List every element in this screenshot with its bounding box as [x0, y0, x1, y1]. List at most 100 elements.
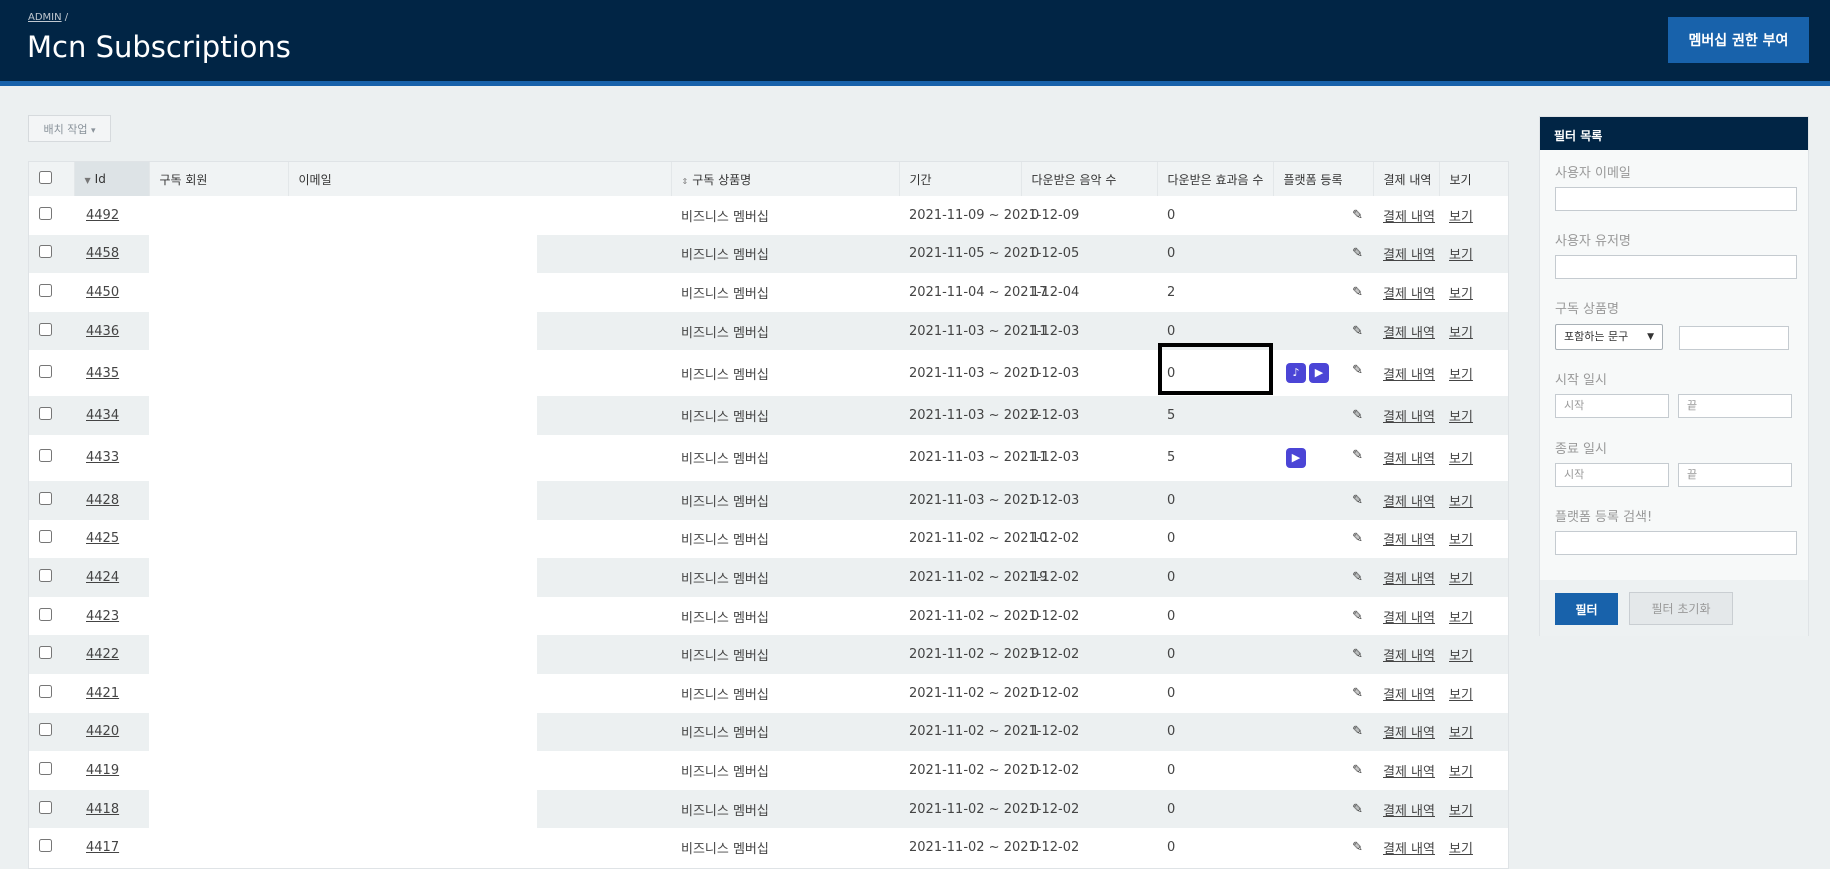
payment-history-link[interactable]: 결제 내역 [1383, 726, 1435, 741]
edit-icon[interactable]: ✎ [1352, 609, 1363, 624]
edit-icon[interactable]: ✎ [1352, 531, 1363, 546]
edit-icon[interactable]: ✎ [1352, 324, 1363, 339]
edit-icon[interactable]: ✎ [1352, 763, 1363, 778]
end-from-input[interactable]: 시작 [1555, 463, 1669, 487]
row-checkbox[interactable] [39, 607, 52, 621]
view-link[interactable]: 보기 [1449, 572, 1473, 587]
payment-history-link[interactable]: 결제 내역 [1383, 368, 1435, 383]
edit-icon[interactable]: ✎ [1352, 363, 1363, 378]
reset-filter-button[interactable]: 필터 초기화 [1629, 592, 1733, 625]
view-link[interactable]: 보기 [1449, 410, 1473, 425]
payment-history-link[interactable]: 결제 내역 [1383, 452, 1435, 467]
view-link[interactable]: 보기 [1449, 368, 1473, 383]
edit-icon[interactable]: ✎ [1352, 448, 1363, 463]
row-checkbox[interactable] [39, 800, 52, 814]
youtube-icon[interactable]: ▶ [1309, 363, 1329, 384]
breadcrumb-admin-link[interactable]: ADMIN [28, 12, 62, 23]
payment-history-link[interactable]: 결제 내역 [1383, 495, 1435, 510]
view-link[interactable]: 보기 [1449, 495, 1473, 510]
tiktok-icon[interactable]: ♪ [1286, 363, 1306, 384]
youtube-icon[interactable]: ▶ [1286, 447, 1306, 468]
start-from-input[interactable]: 시작 [1555, 394, 1669, 418]
payment-history-link[interactable]: 결제 내역 [1383, 804, 1435, 819]
row-checkbox[interactable] [39, 761, 52, 775]
id-link[interactable]: 4418 [84, 802, 119, 817]
select-all-checkbox[interactable] [39, 171, 52, 184]
row-checkbox[interactable] [39, 407, 52, 421]
view-link[interactable]: 보기 [1449, 210, 1473, 225]
id-link[interactable]: 4428 [84, 493, 119, 508]
payment-history-link[interactable]: 결제 내역 [1383, 210, 1435, 225]
row-checkbox[interactable] [39, 322, 52, 336]
payment-history-link[interactable]: 결제 내역 [1383, 533, 1435, 548]
view-link[interactable]: 보기 [1449, 804, 1473, 819]
payment-history-link[interactable]: 결제 내역 [1383, 410, 1435, 425]
payment-history-link[interactable]: 결제 내역 [1383, 765, 1435, 780]
payment-history-link[interactable]: 결제 내역 [1383, 248, 1435, 263]
grant-membership-button[interactable]: 멤버십 권한 부여 [1668, 17, 1809, 63]
payment-history-link[interactable]: 결제 내역 [1383, 326, 1435, 341]
edit-icon[interactable]: ✎ [1352, 285, 1363, 300]
column-header-id[interactable]: ▼ Id [74, 162, 150, 196]
filter-button[interactable]: 필터 [1555, 593, 1618, 625]
row-checkbox[interactable] [39, 684, 52, 698]
edit-icon[interactable]: ✎ [1352, 686, 1363, 701]
end-to-input[interactable]: 끝 [1678, 463, 1792, 487]
product-text-input[interactable] [1679, 326, 1789, 350]
view-link[interactable]: 보기 [1449, 248, 1473, 263]
id-link[interactable]: 4492 [84, 208, 119, 223]
edit-icon[interactable]: ✎ [1352, 570, 1363, 585]
view-link[interactable]: 보기 [1449, 765, 1473, 780]
batch-actions-button[interactable]: 배치 작업 ▾ [28, 115, 111, 142]
id-link[interactable]: 4420 [84, 724, 119, 739]
id-link[interactable]: 4417 [84, 840, 119, 855]
edit-icon[interactable]: ✎ [1352, 840, 1363, 855]
id-link[interactable]: 4458 [84, 246, 119, 261]
edit-icon[interactable]: ✎ [1352, 802, 1363, 817]
row-checkbox[interactable] [39, 449, 52, 463]
column-header-product[interactable]: ⇕ 구독 상품명 [671, 162, 900, 196]
row-checkbox[interactable] [39, 530, 52, 544]
row-checkbox[interactable] [39, 491, 52, 505]
row-checkbox[interactable] [39, 245, 52, 259]
payment-history-link[interactable]: 결제 내역 [1383, 611, 1435, 626]
view-link[interactable]: 보기 [1449, 452, 1473, 467]
view-link[interactable]: 보기 [1449, 842, 1473, 857]
edit-icon[interactable]: ✎ [1352, 408, 1363, 423]
product-match-select[interactable]: 포함하는 문구 ▼ [1555, 324, 1663, 350]
id-link[interactable]: 4450 [84, 285, 119, 300]
payment-history-link[interactable]: 결제 내역 [1383, 572, 1435, 587]
row-checkbox[interactable] [39, 568, 52, 582]
id-link[interactable]: 4422 [84, 647, 119, 662]
view-link[interactable]: 보기 [1449, 533, 1473, 548]
start-to-input[interactable]: 끝 [1678, 394, 1792, 418]
row-checkbox[interactable] [39, 283, 52, 297]
id-link[interactable]: 4423 [84, 609, 119, 624]
row-checkbox[interactable] [39, 646, 52, 660]
row-checkbox[interactable] [39, 723, 52, 737]
view-link[interactable]: 보기 [1449, 649, 1473, 664]
view-link[interactable]: 보기 [1449, 726, 1473, 741]
row-checkbox[interactable] [39, 839, 52, 853]
id-link[interactable]: 4435 [84, 366, 119, 381]
view-link[interactable]: 보기 [1449, 688, 1473, 703]
payment-history-link[interactable]: 결제 내역 [1383, 688, 1435, 703]
payment-history-link[interactable]: 결제 내역 [1383, 649, 1435, 664]
view-link[interactable]: 보기 [1449, 287, 1473, 302]
user-name-input[interactable] [1555, 255, 1797, 279]
row-checkbox[interactable] [39, 364, 52, 378]
view-link[interactable]: 보기 [1449, 611, 1473, 626]
id-link[interactable]: 4425 [84, 531, 119, 546]
edit-icon[interactable]: ✎ [1352, 647, 1363, 662]
edit-icon[interactable]: ✎ [1352, 493, 1363, 508]
payment-history-link[interactable]: 결제 내역 [1383, 287, 1435, 302]
edit-icon[interactable]: ✎ [1352, 246, 1363, 261]
id-link[interactable]: 4436 [84, 324, 119, 339]
payment-history-link[interactable]: 결제 내역 [1383, 842, 1435, 857]
id-link[interactable]: 4424 [84, 570, 119, 585]
id-link[interactable]: 4419 [84, 763, 119, 778]
view-link[interactable]: 보기 [1449, 326, 1473, 341]
row-checkbox[interactable] [39, 206, 52, 220]
platform-search-input[interactable] [1555, 531, 1797, 555]
edit-icon[interactable]: ✎ [1352, 724, 1363, 739]
